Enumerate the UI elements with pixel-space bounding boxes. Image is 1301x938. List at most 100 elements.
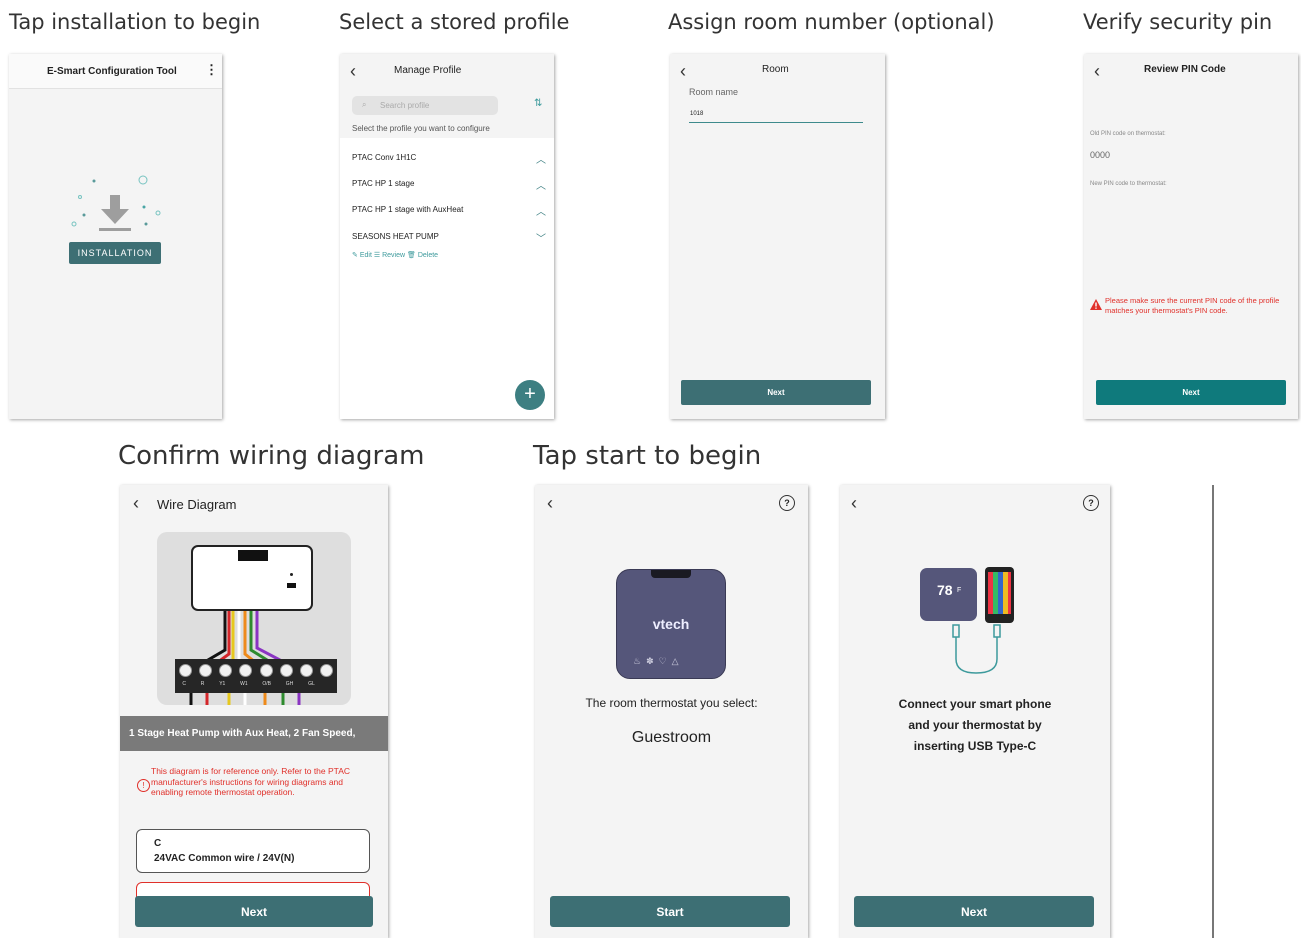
profile-item-4[interactable]: SEASONS HEAT PUMP: [352, 232, 439, 241]
usb-cable: [952, 624, 1001, 674]
diagram-banner: 1 Stage Heat Pump with Aux Heat, 2 Fan S…: [120, 716, 388, 751]
screen-manage-profile: ‹ Manage Profile ⌕ Search profile ⇅ Sele…: [340, 54, 554, 419]
delete-icon: 🗑: [406, 252, 416, 259]
thermostat-unit: F: [957, 587, 962, 594]
screw: [320, 664, 334, 677]
back-icon[interactable]: ‹: [133, 494, 139, 512]
edit-link[interactable]: Edit: [360, 252, 372, 259]
download-icon: [71, 175, 161, 231]
back-icon[interactable]: ‹: [1094, 62, 1100, 80]
instruction-line: and your thermostat by: [908, 718, 1042, 732]
terminal-label: W1: [240, 681, 248, 687]
screw: [259, 664, 273, 677]
add-profile-button[interactable]: +: [515, 380, 545, 410]
next-button[interactable]: Next: [135, 896, 373, 927]
next-button[interactable]: Next: [1096, 380, 1286, 405]
profile-item-1[interactable]: PTAC Conv 1H1C: [352, 153, 416, 162]
caption-pin: Verify security pin: [1083, 10, 1273, 34]
diagram-banner-text: 1 Stage Heat Pump with Aux Heat, 2 Fan S…: [129, 728, 356, 739]
back-icon[interactable]: ‹: [851, 494, 857, 512]
connect-instructions: Connect your smart phone and your thermo…: [840, 694, 1110, 757]
profile-hint: Select the profile you want to configure: [352, 124, 490, 133]
divider-line: [1212, 485, 1214, 938]
back-icon[interactable]: ‹: [350, 62, 356, 80]
app-title: E-Smart Configuration Tool: [47, 66, 177, 77]
phone-image: [985, 567, 1014, 623]
warning-icon: [1090, 299, 1102, 310]
terminal-label: O/B: [262, 681, 272, 687]
caption-wiring: Confirm wiring diagram: [118, 441, 425, 471]
terminal-label: C: [182, 681, 187, 687]
room-name-field[interactable]: 1018: [689, 110, 863, 123]
brand-logo: vtech: [652, 616, 690, 632]
thermostat-image: 78 F: [920, 568, 977, 621]
more-menu-icon[interactable]: ⋮: [205, 63, 218, 76]
instruction-line: inserting USB Type-C: [913, 739, 1037, 753]
screen-title: Review PIN Code: [1144, 64, 1226, 75]
instruction-line: Connect your smart phone: [898, 697, 1052, 711]
profile-item-3[interactable]: PTAC HP 1 stage with AuxHeat: [352, 205, 463, 214]
start-button[interactable]: Start: [550, 896, 790, 927]
screen-title: Room: [762, 64, 789, 75]
wiring-diagram: C R Y1 W1 O/B GH GL: [157, 532, 351, 705]
screen-room: ‹ Room Room name 1018 Next: [670, 54, 885, 419]
screw: [279, 664, 293, 677]
pin-warning: Please make sure the current PIN code of…: [1105, 296, 1280, 315]
old-pin-value: 0000: [1090, 150, 1111, 160]
next-button[interactable]: Next: [681, 380, 871, 405]
info-icon: !: [137, 779, 150, 792]
help-icon[interactable]: ?: [1083, 495, 1099, 511]
edit-icon: ✎: [352, 252, 358, 259]
thermostat-notch: [651, 570, 691, 578]
chevron-up-icon[interactable]: ︿: [536, 151, 546, 166]
terminal-screws: [175, 664, 337, 677]
old-pin-label: Old PIN code on thermostat:: [1090, 131, 1166, 137]
terminal-label: R: [200, 681, 205, 687]
search-placeholder: Search profile: [380, 101, 430, 110]
terminal-labels: C R Y1 W1 O/B GH GL: [175, 681, 337, 687]
terminal-label: GL: [308, 681, 315, 687]
wire-card-desc: 24VAC Common wire / 24V(N): [154, 853, 295, 864]
screw: [300, 664, 314, 677]
thermostat-image: vtech ♨✽♡△: [616, 569, 726, 679]
screen-review-pin: ‹ Review PIN Code Old PIN code on thermo…: [1084, 54, 1298, 419]
delete-link[interactable]: Delete: [418, 252, 438, 259]
caption-profile: Select a stored profile: [339, 10, 570, 34]
next-button[interactable]: Next: [854, 896, 1094, 927]
screw: [198, 664, 212, 677]
screen-title: Wire Diagram: [157, 497, 237, 512]
profile-actions: ✎ Edit ☰ Review 🗑 Delete: [352, 251, 438, 259]
wire-card[interactable]: C 24VAC Common wire / 24V(N): [136, 829, 370, 873]
wire-card-title: C: [154, 838, 162, 849]
search-icon: ⌕: [362, 100, 367, 109]
terminal-block: C R Y1 W1 O/B GH GL: [175, 659, 337, 693]
chevron-down-icon[interactable]: ﹀: [536, 230, 546, 245]
screw: [178, 664, 192, 677]
thermostat-name: Guestroom: [631, 729, 712, 746]
profile-item-2[interactable]: PTAC HP 1 stage: [352, 179, 414, 188]
screen-installation: E-Smart Configuration Tool ⋮ INSTALLATIO…: [9, 54, 222, 419]
caption-room: Assign room number (optional): [668, 10, 995, 34]
review-link[interactable]: Review: [382, 252, 405, 259]
chevron-up-icon[interactable]: ︿: [536, 177, 546, 192]
caption-start: Tap start to begin: [533, 441, 762, 471]
diagram-note: This diagram is for reference only. Refe…: [151, 766, 351, 797]
search-input[interactable]: ⌕ Search profile: [352, 96, 498, 115]
caption-installation: Tap installation to begin: [9, 10, 261, 34]
chevron-up-icon[interactable]: ︿: [536, 203, 546, 218]
room-name-value: 1018: [690, 111, 704, 117]
screw: [219, 664, 233, 677]
sort-icon[interactable]: ⇅: [534, 98, 542, 109]
review-icon: ☰: [373, 252, 381, 259]
help-icon[interactable]: ?: [779, 495, 795, 511]
terminal-label: GH: [285, 681, 294, 687]
back-icon[interactable]: ‹: [547, 494, 553, 512]
phone-screen: [988, 572, 1011, 614]
installation-button[interactable]: INSTALLATION: [69, 242, 161, 264]
screen-connect: ‹ ? 78 F Connect your smart phone and yo…: [840, 485, 1110, 938]
thermostat-temp: 78: [937, 582, 953, 598]
back-icon[interactable]: ‹: [680, 62, 686, 80]
screen-start: ‹ ? vtech ♨✽♡△ The room thermostat you s…: [535, 485, 808, 938]
screen-title: Manage Profile: [394, 65, 462, 76]
screen-wire-diagram: ‹ Wire Diagram C R Y1 W1 O/B GH GL 1 Sta…: [120, 485, 388, 938]
